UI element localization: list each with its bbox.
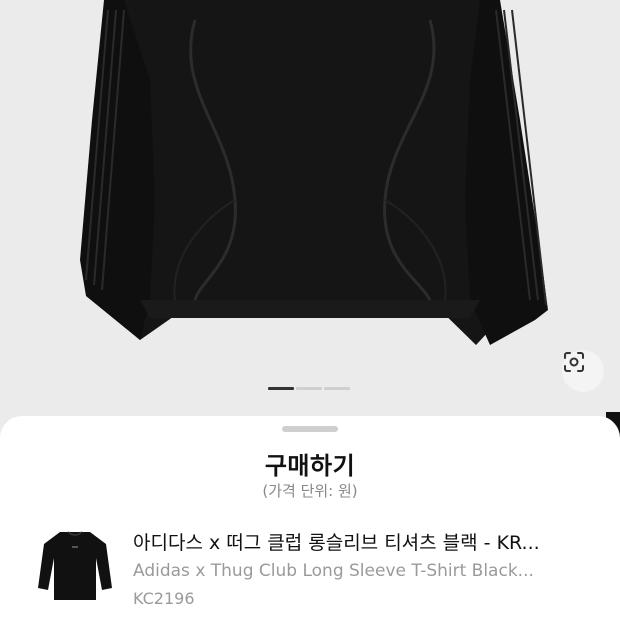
price-unit-note: (가격 단위: 원) (262, 482, 358, 500)
garment-illustration (80, 0, 548, 345)
carousel-dot-1[interactable] (268, 387, 294, 390)
carousel-dot-3[interactable] (324, 387, 350, 390)
visual-search-icon (564, 352, 584, 372)
product-summary[interactable]: 아디다스 x 떠그 클럽 롱슬리브 티셔츠 블랙 - KR... Adidas … (0, 516, 620, 616)
product-name-korean: 아디다스 x 떠그 클럽 롱슬리브 티셔츠 블랙 - KR... (133, 532, 540, 554)
product-model-code: KC2196 (133, 589, 195, 608)
sheet-title: 구매하기 (264, 452, 356, 480)
product-name-english: Adidas x Thug Club Long Sleeve T-Shirt B… (133, 561, 534, 581)
sheet-grabber[interactable] (282, 426, 338, 432)
screen: 구매하기 (가격 단위: 원) 아디다스 x 떠그 클럽 롱슬리브 티셔츠 블랙… (0, 0, 620, 620)
carousel-indicator[interactable] (268, 387, 350, 390)
carousel-dot-2[interactable] (296, 387, 322, 390)
purchase-sheet: 구매하기 (가격 단위: 원) 아디다스 x 떠그 클럽 롱슬리브 티셔츠 블랙… (0, 416, 620, 620)
visual-search-button[interactable] (562, 350, 604, 392)
product-image[interactable] (0, 0, 620, 420)
garment-thumbnail (38, 531, 112, 600)
product-thumbnail (34, 524, 116, 606)
